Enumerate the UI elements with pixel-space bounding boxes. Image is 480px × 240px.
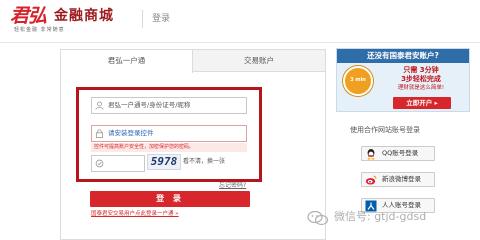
login-tabs: 君弘一户通 交易账户 (61, 50, 325, 73)
header-divider-line (0, 42, 480, 43)
logo-slogan: 轻松金融 非常随意 (14, 27, 65, 33)
tab-yihutong[interactable]: 君弘一户通 (61, 50, 193, 73)
promo-badge-text: 3 min (350, 77, 366, 83)
header-divider (142, 10, 143, 28)
weibo-login-label: 新浪微博登录 (382, 175, 421, 183)
site-logo[interactable]: 君弘 金融商城 轻松金融 非常随意 (10, 5, 130, 37)
qq-login-button[interactable]: QQ账号登录 (361, 146, 435, 161)
logo-brand: 君弘 (10, 5, 47, 27)
watermark-text: 微信号: gtjd-gdsd (334, 210, 427, 223)
qq-login-label: QQ账号登录 (382, 149, 419, 157)
password-field[interactable]: 请安装登录控件 (91, 125, 247, 142)
captcha-field[interactable] (91, 155, 145, 172)
open-account-button[interactable]: 立即开户 ▸ (393, 97, 451, 109)
weibo-login-button[interactable]: 新浪微博登录 (361, 172, 435, 187)
logo-name: 金融商城 (54, 8, 114, 24)
password-tip: 控件可提高账户安全性，加密保护您的密码。 (91, 143, 247, 152)
open-account-promo: 还没有国泰君安账户? 3 min 只需 3分钟 3步轻松完成 理财就是这么简单!… (336, 48, 470, 112)
login-button[interactable]: 登 录 (90, 191, 250, 207)
username-placeholder: 君弘一户通号/身份证号/昵称 (108, 101, 191, 109)
weibo-icon (365, 175, 377, 185)
promo-line-3: 理财就是这么简单! (397, 85, 445, 91)
wechat-icon (307, 210, 329, 226)
lock-icon (95, 129, 104, 138)
password-placeholder[interactable]: 请安装登录控件 (108, 126, 154, 141)
header: 君弘 金融商城 轻松金融 非常随意 登录 (0, 0, 480, 38)
partner-login-title: 使用合作网站账号登录 (350, 126, 420, 134)
promo-heading: 还没有国泰君安账户? (337, 49, 469, 63)
clock-badge-icon: 3 min (343, 66, 373, 96)
promo-line-1: 只需 3分钟 (403, 66, 439, 74)
shield-icon (95, 159, 104, 168)
forgot-password-link[interactable]: 忘记密码? (219, 182, 246, 190)
username-field[interactable]: 君弘一户通号/身份证号/昵称 (91, 97, 247, 114)
page-title: 登录 (152, 14, 171, 24)
wechat-watermark: 微信号: gtjd-gdsd (307, 208, 472, 228)
captcha-image[interactable]: 5978 (147, 154, 181, 170)
captcha-refresh-link[interactable]: 看不清，换一张 (183, 158, 225, 166)
tab-trading-account[interactable]: 交易账户 (193, 50, 325, 72)
qq-icon (367, 149, 375, 160)
user-icon (95, 101, 104, 110)
trading-user-login-link[interactable]: 国泰君安交易用户点此登录一户通 » (91, 210, 179, 218)
promo-line-2: 3步轻松完成 (401, 75, 441, 83)
